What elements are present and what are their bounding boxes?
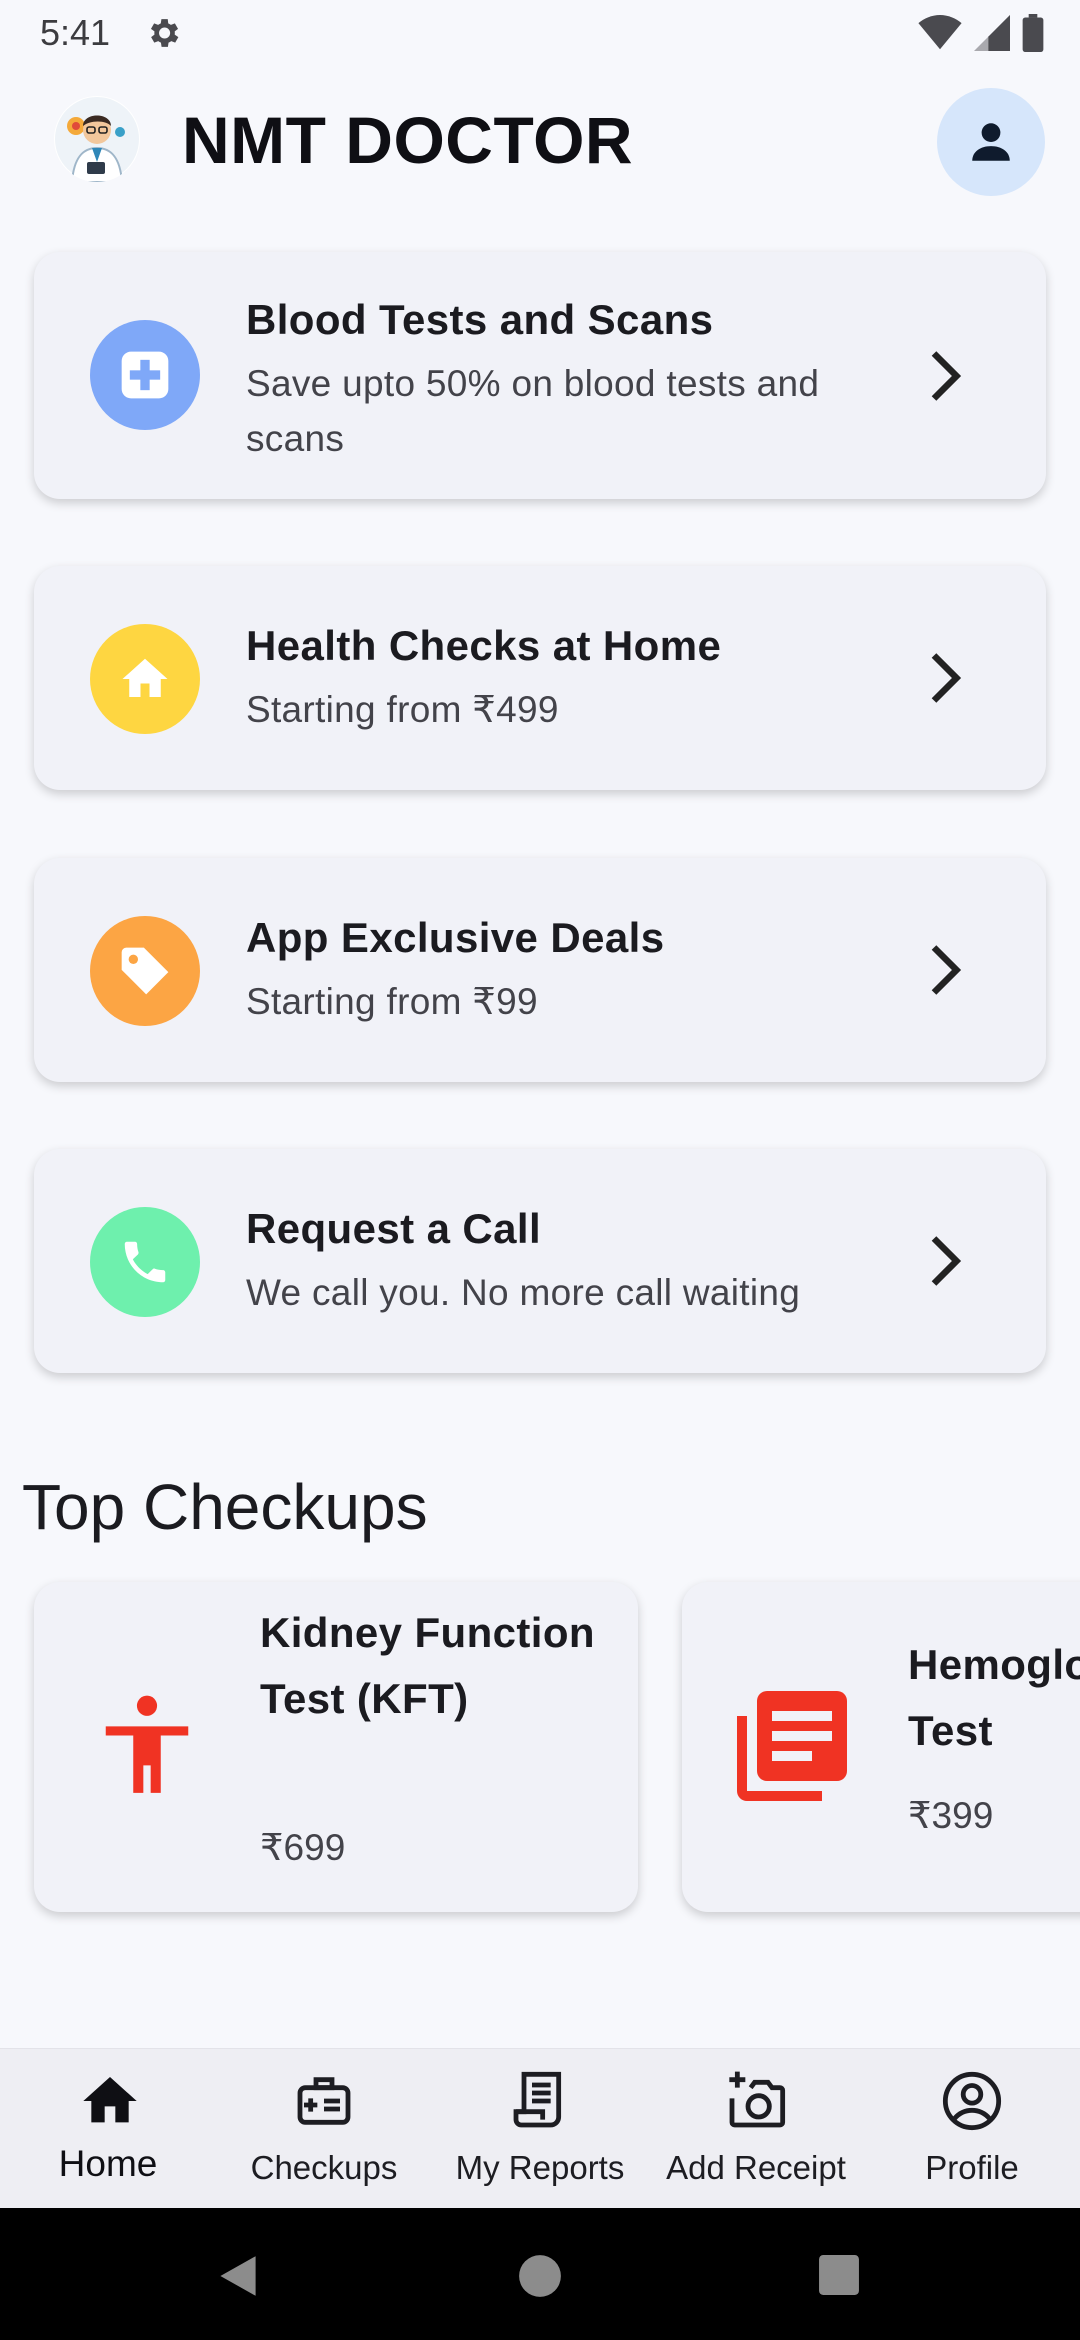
health-checks-card[interactable]: Health Checks at Home Starting from ₹499 bbox=[34, 566, 1046, 790]
chevron-right-icon bbox=[931, 945, 962, 995]
app-logo bbox=[54, 96, 140, 182]
doctor-logo-icon bbox=[55, 97, 139, 182]
section-title: Top Checkups bbox=[22, 1471, 428, 1543]
service-subtitle: Save upto 50% on blood tests and scans bbox=[246, 363, 820, 459]
chevron-right-icon bbox=[931, 653, 962, 703]
phone-icon bbox=[90, 1207, 200, 1317]
nav-checkups[interactable]: Checkups bbox=[216, 2049, 432, 2209]
chevron-right-icon bbox=[931, 1236, 962, 1286]
checkup-price: ₹699 bbox=[260, 1827, 346, 1868]
service-subtitle: Starting from ₹499 bbox=[246, 689, 559, 730]
status-indicators bbox=[918, 14, 1044, 52]
home-icon bbox=[90, 624, 200, 734]
nav-label: Home bbox=[58, 2143, 158, 2184]
nav-label: Checkups bbox=[250, 2149, 398, 2186]
checkup-name: Hemoglobin Test bbox=[908, 1641, 1080, 1754]
nav-profile[interactable]: Profile bbox=[864, 2049, 1080, 2209]
bottom-navigation: Home Checkups My Reports Add Receipt Pro… bbox=[0, 2048, 1080, 2209]
nav-label: Profile bbox=[925, 2149, 1019, 2186]
tag-icon bbox=[90, 916, 200, 1026]
receipt-icon bbox=[513, 2071, 562, 2128]
status-time: 5:41 bbox=[40, 12, 111, 53]
system-navigation-bar bbox=[0, 2208, 1080, 2340]
nav-home[interactable]: Home bbox=[0, 2049, 216, 2209]
blood-tests-card[interactable]: Blood Tests and Scans Save upto 50% on b… bbox=[34, 252, 1046, 499]
checkup-card-hemoglobin[interactable]: Hemoglobin Test ₹399 bbox=[682, 1582, 1080, 1912]
signal-icon bbox=[974, 15, 1010, 51]
back-icon[interactable] bbox=[216, 2254, 260, 2298]
library-books-icon bbox=[737, 1691, 847, 1801]
service-subtitle: Starting from ₹99 bbox=[246, 981, 538, 1022]
account-button[interactable] bbox=[937, 88, 1045, 196]
status-bar: 5:41 bbox=[0, 0, 1080, 66]
person-icon bbox=[972, 123, 1010, 161]
app-header: NMT DOCTOR bbox=[0, 66, 1080, 222]
nav-my-reports[interactable]: My Reports bbox=[432, 2049, 648, 2209]
service-title: Blood Tests and Scans bbox=[246, 296, 714, 343]
medical-plus-icon bbox=[90, 320, 200, 430]
accessibility-icon bbox=[105, 1695, 189, 1793]
checkup-card-kft[interactable]: Kidney Function Test (KFT) ₹699 bbox=[34, 1582, 638, 1912]
recents-icon[interactable] bbox=[818, 2254, 860, 2296]
checkup-price: ₹399 bbox=[908, 1795, 994, 1836]
app-title: NMT DOCTOR bbox=[182, 103, 634, 177]
wifi-icon bbox=[918, 15, 962, 50]
home-button-icon[interactable] bbox=[518, 2254, 562, 2298]
request-call-card[interactable]: Request a Call We call you. No more call… bbox=[34, 1149, 1046, 1373]
account-circle-icon bbox=[942, 2071, 1002, 2131]
checkup-name: Kidney Function Test (KFT) bbox=[260, 1609, 595, 1722]
camera-add-icon bbox=[729, 2071, 786, 2128]
app-deals-card[interactable]: App Exclusive Deals Starting from ₹99 bbox=[34, 858, 1046, 1082]
service-title: Health Checks at Home bbox=[246, 622, 722, 669]
battery-icon bbox=[1022, 14, 1044, 52]
medical-bag-icon bbox=[297, 2077, 351, 2125]
chevron-right-icon bbox=[931, 351, 962, 401]
nav-label: Add Receipt bbox=[666, 2149, 846, 2186]
settings-gear-icon bbox=[150, 19, 179, 47]
service-title: Request a Call bbox=[246, 1205, 542, 1252]
nav-label: My Reports bbox=[455, 2149, 625, 2186]
nav-add-receipt[interactable]: Add Receipt bbox=[648, 2049, 864, 2209]
service-subtitle: We call you. No more call waiting bbox=[246, 1272, 801, 1313]
service-title: App Exclusive Deals bbox=[246, 914, 665, 961]
home-icon bbox=[83, 2077, 137, 2123]
